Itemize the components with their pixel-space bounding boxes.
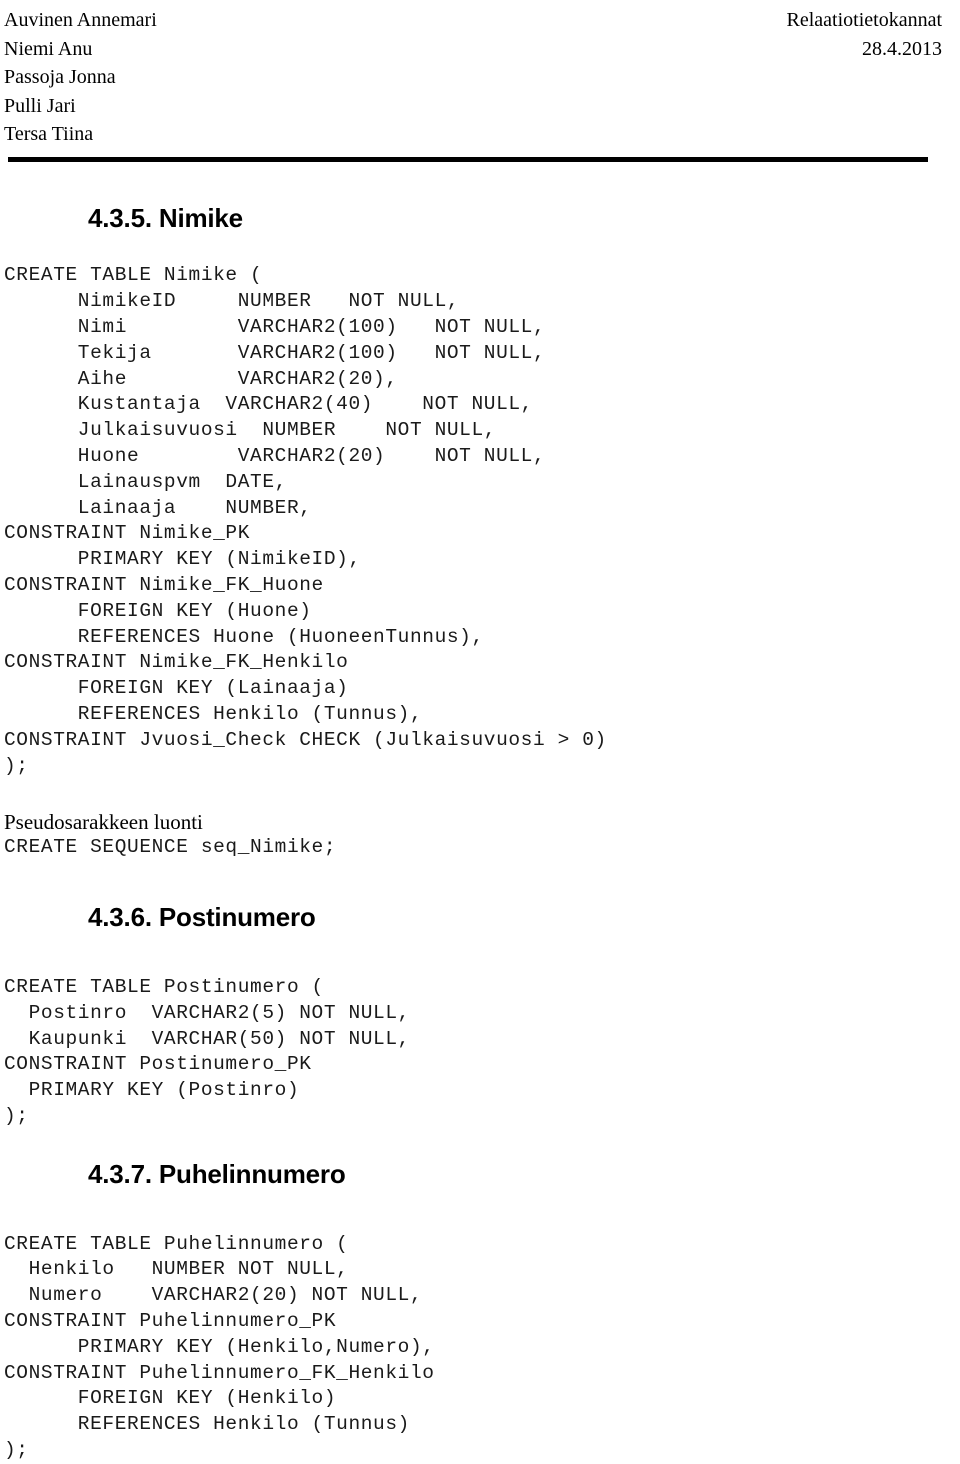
- sql-code-block-postinumero: CREATE TABLE Postinumero ( Postinro VARC…: [4, 976, 410, 1127]
- header-row: Auvinen Annemari Relaatiotietokannat: [4, 6, 942, 35]
- section-heading-nimike: 4.3.5. Nimike: [88, 202, 243, 233]
- header-date: 28.4.2013: [862, 37, 942, 60]
- header-row: Passoja Jonna: [4, 63, 942, 92]
- header-author-name: Pulli Jari: [4, 94, 76, 117]
- sql-code-block-nimike-sequence: CREATE SEQUENCE seq_Nimike;: [4, 836, 337, 859]
- section-heading-postinumero: 4.3.6. Postinumero: [88, 902, 316, 933]
- header-row: Pulli Jari: [4, 92, 942, 121]
- header-author-name: Auvinen Annemari: [4, 9, 157, 31]
- header-row: Niemi Anu 28.4.2013: [4, 35, 942, 64]
- header-author-name: Tersa Tiina: [4, 123, 94, 145]
- sql-code-block-puhelinnumero: CREATE TABLE Puhelinnumero ( Henkilo NUM…: [4, 1232, 435, 1462]
- sequence-caption-nimike: Pseudosarakkeen luonti: [4, 810, 203, 835]
- header-author-name: Passoja Jonna: [4, 66, 116, 88]
- header-author-name: Niemi Anu: [4, 37, 93, 60]
- section-heading-puhelinnumero: 4.3.7. Puhelinnumero: [88, 1158, 346, 1189]
- document-body: 4.3.5. Nimike CREATE TABLE Nimike ( Nimi…: [0, 162, 960, 1464]
- document-page: Auvinen Annemari Relaatiotietokannat Nie…: [0, 0, 960, 1464]
- document-header: Auvinen Annemari Relaatiotietokannat Nie…: [0, 0, 960, 162]
- header-author-list: Auvinen Annemari Relaatiotietokannat Nie…: [4, 6, 942, 149]
- sql-code-block-nimike: CREATE TABLE Nimike ( NimikeID NUMBER NO…: [4, 264, 607, 777]
- header-row: Tersa Tiina: [4, 120, 942, 149]
- header-divider-rule: [8, 156, 928, 162]
- header-document-title: Relaatiotietokannat: [786, 9, 943, 31]
